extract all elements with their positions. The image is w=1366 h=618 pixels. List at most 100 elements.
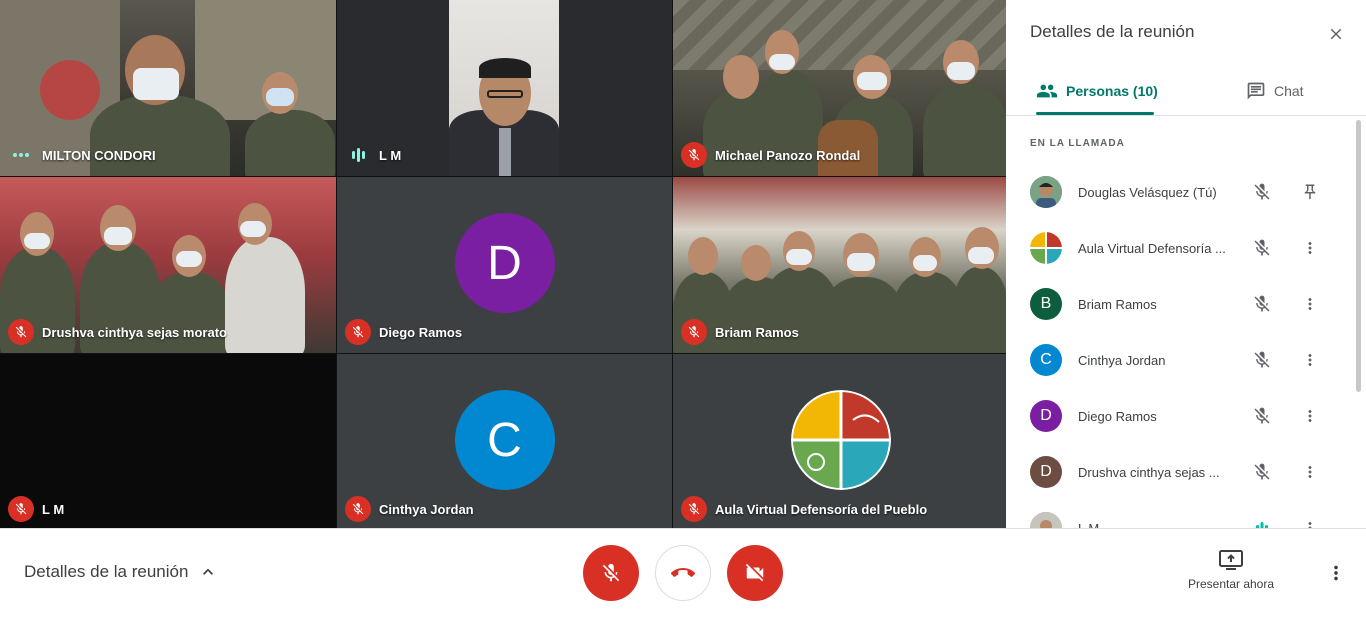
people-icon (1036, 84, 1058, 98)
mic-off-icon[interactable] (1250, 236, 1274, 260)
more-vert-icon[interactable] (1298, 292, 1322, 316)
tile-label: L M (8, 496, 64, 522)
tile-name: Drushva cinthya sejas morato (42, 324, 227, 340)
tile-name: L M (379, 147, 402, 163)
meet-window: MILTON CONDORI L M Michael Panozo Rondal… (0, 0, 1366, 618)
more-vert-icon[interactable] (1298, 404, 1322, 428)
video-tile[interactable]: D Diego Ramos (337, 177, 672, 353)
participant-name: Drushva cinthya sejas ... (1078, 464, 1220, 480)
participant-row[interactable]: Aula Virtual Defensoría ... (1006, 220, 1358, 276)
camera-off-icon (745, 563, 764, 582)
video-feed (449, 0, 559, 176)
tile-name: L M (42, 501, 65, 517)
participant-row[interactable]: D Drushva cinthya sejas ... (1006, 444, 1358, 500)
pin-icon[interactable] (1298, 180, 1322, 204)
more-vert-icon[interactable] (1298, 236, 1322, 260)
present-now-button[interactable]: Presentar ahora (1176, 549, 1286, 591)
avatar (1030, 176, 1062, 208)
section-label: EN LA LLAMADA (1030, 138, 1125, 149)
video-tile[interactable]: Michael Panozo Rondal (673, 0, 1008, 176)
avatar: D (1030, 456, 1062, 488)
mic-off-icon[interactable] (1250, 404, 1274, 428)
video-tile[interactable]: Aula Virtual Defensoría del Pueblo (673, 354, 1008, 530)
more-vert-icon[interactable] (1298, 460, 1322, 484)
avatar: D (1030, 400, 1062, 432)
meeting-details-button[interactable]: Detalles de la reunión (24, 562, 218, 582)
chat-icon (1247, 82, 1265, 100)
panel-title: Detalles de la reunión (1030, 22, 1195, 41)
tile-label: Cinthya Jordan (345, 496, 474, 522)
participant-name: Diego Ramos (1078, 408, 1157, 424)
tile-label: Briam Ramos (681, 319, 799, 345)
video-tile[interactable]: L M (0, 354, 336, 530)
tab-chat-label: Chat (1274, 83, 1304, 99)
more-options-button[interactable] (1322, 559, 1350, 587)
participant-row[interactable]: B Briam Ramos (1006, 276, 1358, 332)
tile-label: Michael Panozo Rondal (681, 142, 860, 168)
meeting-details-label: Detalles de la reunión (24, 562, 189, 581)
present-screen-icon (1219, 550, 1243, 570)
tile-label: Drushva cinthya sejas morato (8, 319, 227, 345)
mic-off-icon (8, 319, 34, 345)
mic-off-icon (8, 496, 34, 522)
mic-off-icon[interactable] (1250, 348, 1274, 372)
tab-people[interactable]: Personas (10) (1036, 66, 1158, 116)
video-tile[interactable]: Drushva cinthya sejas morato (0, 177, 336, 353)
participant-row[interactable]: D Diego Ramos (1006, 388, 1358, 444)
avatar: B (1030, 288, 1062, 320)
close-panel-button[interactable] (1320, 18, 1352, 50)
chevron-up-icon (203, 568, 214, 575)
mic-off-icon (681, 319, 707, 345)
participant-row[interactable]: C Cinthya Jordan (1006, 332, 1358, 388)
participant-name: L M (1078, 520, 1100, 529)
tile-name: MILTON CONDORI (42, 147, 156, 163)
video-tile[interactable]: C Cinthya Jordan (337, 354, 672, 530)
tile-label: Aula Virtual Defensoría del Pueblo (681, 496, 927, 522)
mic-off-icon (345, 319, 371, 345)
video-tile[interactable]: Briam Ramos (673, 177, 1008, 353)
scrollbar[interactable] (1356, 120, 1361, 392)
meeting-details-panel: Detalles de la reunión Personas (10) Cha… (1006, 0, 1366, 528)
mic-off-icon (681, 142, 707, 168)
mic-off-icon (602, 563, 620, 582)
hang-up-icon (671, 568, 695, 577)
participant-name: Aula Virtual Defensoría ... (1078, 240, 1226, 256)
mic-off-icon[interactable] (1250, 180, 1274, 204)
more-dots-icon (8, 142, 34, 168)
tab-people-label: Personas (10) (1066, 83, 1158, 99)
video-tile[interactable]: MILTON CONDORI (0, 0, 336, 176)
bottom-controls-bar: Detalles de la reunión Presentar ahora (0, 528, 1366, 618)
speaking-indicator-icon (345, 142, 371, 168)
participant-row[interactable]: Douglas Velásquez (Tú) (1006, 164, 1358, 220)
toggle-camera-button[interactable] (727, 545, 783, 601)
defensoria-logo (790, 390, 891, 490)
speaking-indicator-icon (1250, 516, 1274, 528)
more-vert-icon (1334, 565, 1338, 581)
mic-off-icon (345, 496, 371, 522)
mic-off-icon (681, 496, 707, 522)
mic-off-icon[interactable] (1250, 292, 1274, 316)
video-tile[interactable]: L M (337, 0, 672, 176)
avatar (1030, 512, 1062, 528)
tab-chat[interactable]: Chat (1246, 66, 1304, 116)
more-vert-icon[interactable] (1298, 516, 1322, 528)
participant-avatar: C (454, 390, 555, 490)
participant-row[interactable]: L M (1006, 500, 1358, 528)
tile-name: Michael Panozo Rondal (715, 147, 861, 163)
close-icon (1330, 28, 1342, 40)
participant-avatar: D (454, 213, 555, 313)
tile-label: L M (345, 142, 401, 168)
leave-call-button[interactable] (655, 545, 711, 601)
participant-name: Cinthya Jordan (1078, 352, 1166, 368)
mic-off-icon[interactable] (1250, 460, 1274, 484)
tile-label: MILTON CONDORI (8, 142, 156, 168)
avatar (1030, 232, 1062, 264)
present-now-label: Presentar ahora (1187, 577, 1275, 591)
toggle-microphone-button[interactable] (583, 545, 639, 601)
tabs-divider (1006, 115, 1366, 116)
tile-name: Aula Virtual Defensoría del Pueblo (715, 501, 928, 517)
tile-label: Diego Ramos (345, 319, 462, 345)
tile-name: Cinthya Jordan (379, 501, 474, 517)
more-vert-icon[interactable] (1298, 348, 1322, 372)
participant-name: Briam Ramos (1078, 296, 1157, 312)
